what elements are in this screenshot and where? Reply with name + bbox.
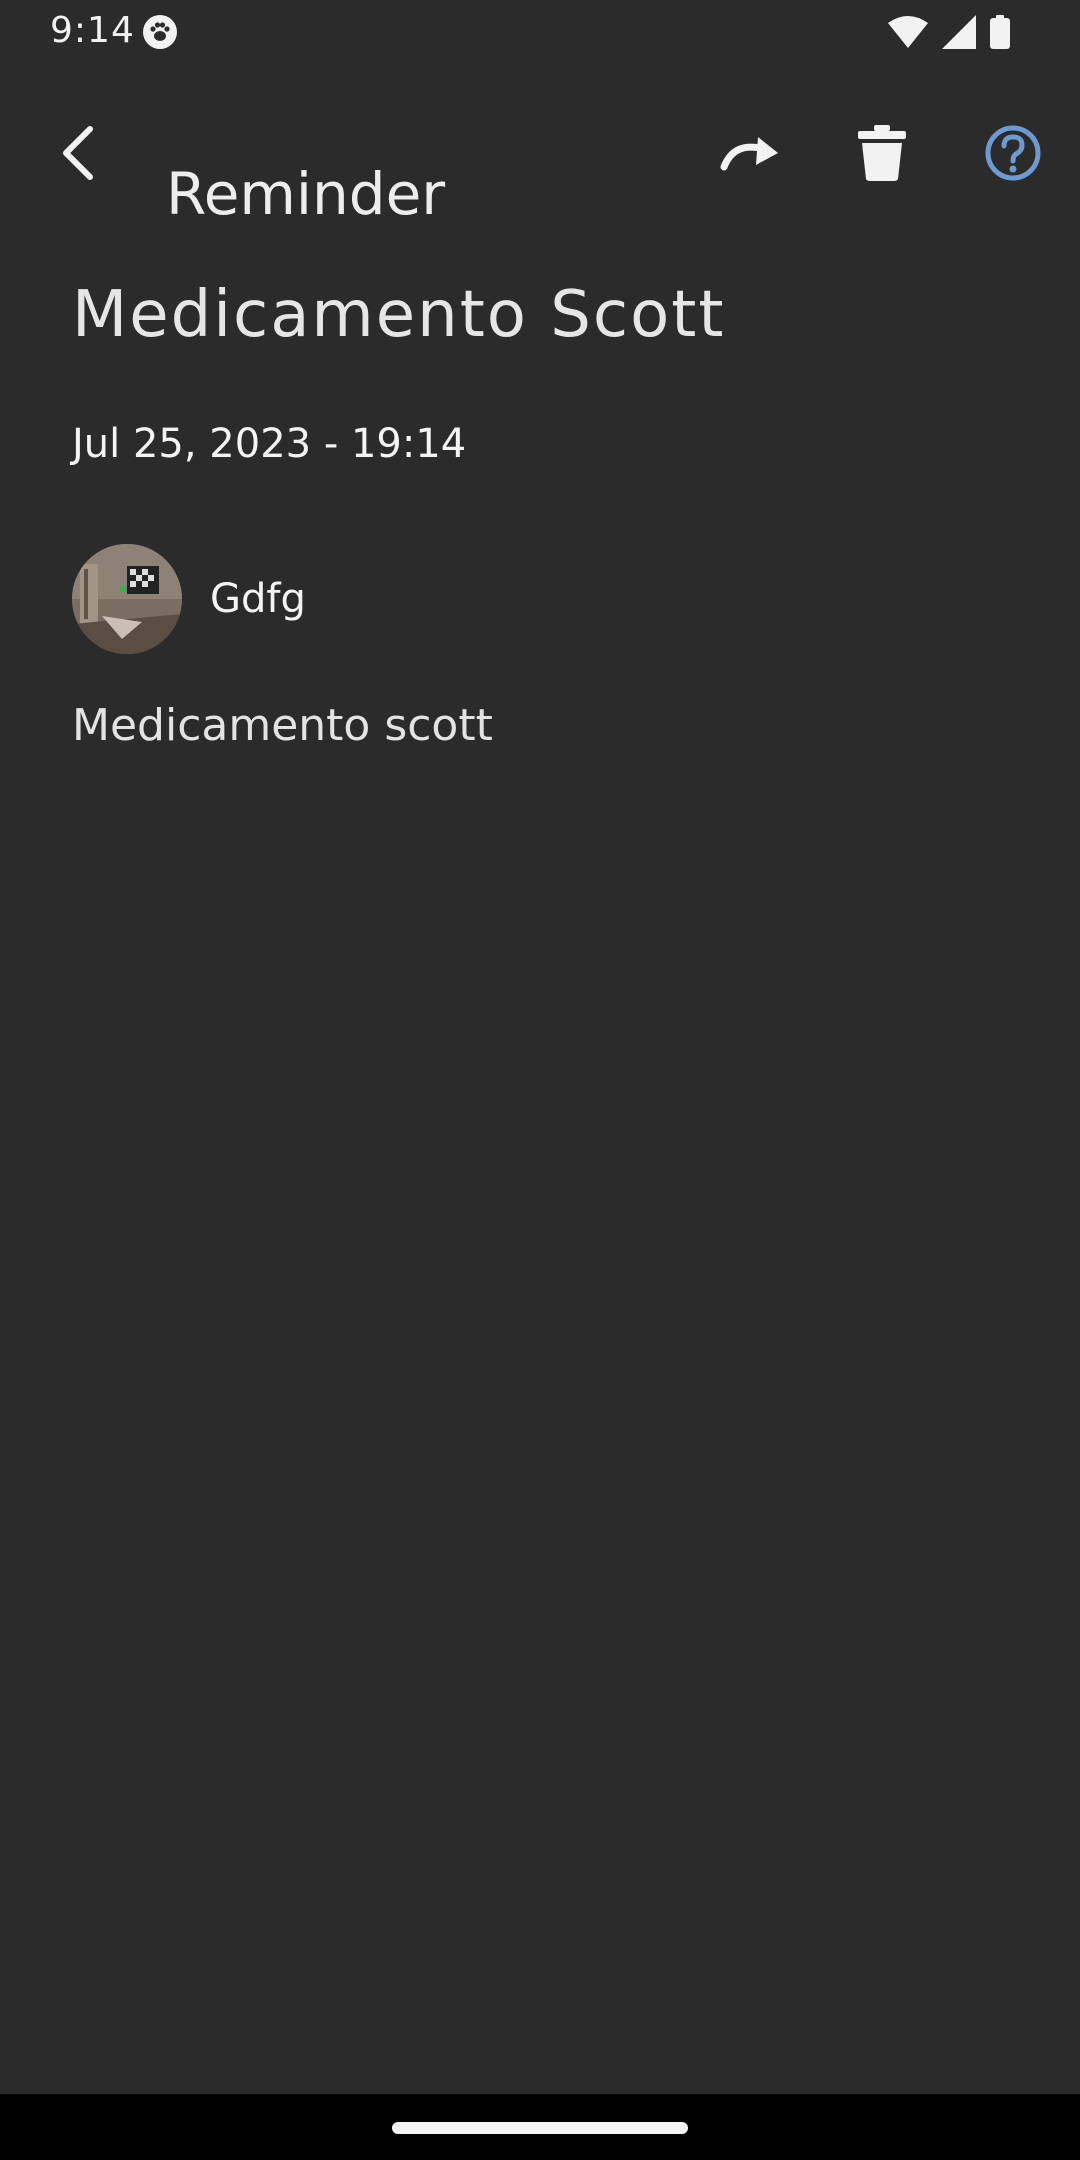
reminder-note: Medicamento scott — [72, 700, 493, 751]
reminder-datetime: Jul 25, 2023 - 19:14 — [72, 421, 467, 467]
navigation-bar — [0, 2094, 1080, 2160]
delete-button[interactable] — [842, 120, 922, 190]
forward-button[interactable] — [710, 120, 790, 190]
battery-icon — [990, 15, 1010, 49]
back-button[interactable] — [48, 120, 108, 190]
help-button[interactable] — [973, 120, 1053, 190]
contact-name: Gdfg — [210, 576, 306, 622]
home-gesture-handle[interactable] — [392, 2122, 688, 2134]
app-bar: Reminder — [0, 100, 1080, 228]
paw-icon — [142, 14, 178, 50]
chevron-left-icon — [58, 125, 98, 185]
page-title: Reminder — [166, 159, 446, 228]
wifi-icon — [888, 15, 928, 49]
trash-icon — [856, 125, 908, 185]
reminder-details: Medicamento Scott Jul 25, 2023 - 19:14 G — [72, 270, 1012, 756]
status-icons — [888, 14, 1010, 50]
reminder-title: Medicamento Scott — [72, 278, 726, 352]
status-bar: 9:14 — [0, 0, 1080, 64]
contact-row[interactable]: Gdfg — [72, 544, 1012, 654]
status-time: 9:14 — [50, 10, 135, 51]
help-circle-icon — [985, 125, 1041, 185]
forward-arrow-icon — [720, 133, 780, 177]
avatar — [72, 544, 182, 654]
cellular-signal-icon — [942, 15, 976, 49]
